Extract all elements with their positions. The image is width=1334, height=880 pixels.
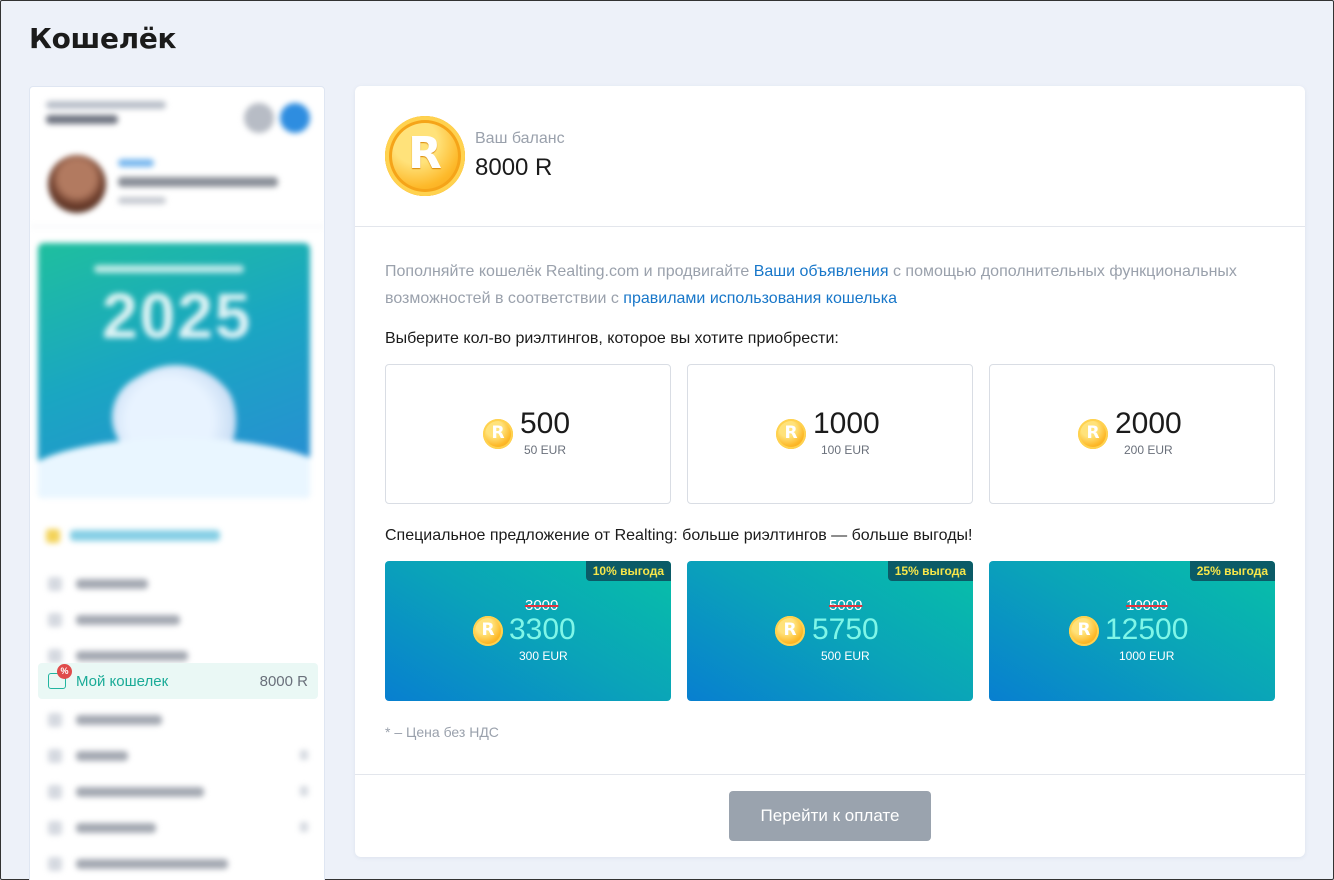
sidebar-item[interactable] — [30, 565, 324, 601]
special-offer-heading: Специальное предложение от Realting: бол… — [385, 527, 973, 544]
discount-badge: % — [57, 664, 72, 679]
offer-price: 500 EUR — [821, 649, 870, 663]
old-amount: 3000 — [525, 597, 559, 614]
old-amount: 5000 — [829, 597, 863, 614]
realting-coin-icon: R — [1069, 616, 1099, 646]
vat-note: * – Цена без НДС — [385, 724, 499, 740]
sidebar-item-label: Мой кошелек — [76, 672, 169, 690]
offer-amount: 5750 — [812, 613, 879, 646]
balance-value: 8000 R — [475, 154, 553, 181]
choose-amount-heading: Выберите кол-во риэлтингов, которое вы х… — [385, 330, 839, 347]
divider — [355, 226, 1305, 227]
sidebar-menu-lower — [30, 701, 324, 880]
your-listings-link[interactable]: Ваши объявления — [754, 263, 889, 280]
offer-amount: 12500 — [1105, 613, 1189, 646]
realting-coin-icon: R — [776, 419, 806, 449]
old-amount: 10000 — [1126, 597, 1168, 614]
package-amount: 500 — [520, 407, 571, 440]
sidebar-item[interactable] — [30, 845, 324, 880]
sidebar-menu — [30, 565, 324, 673]
chevron-icon — [300, 822, 308, 832]
star-icon — [46, 528, 60, 543]
balance-label: Ваш баланс — [475, 130, 565, 147]
special-offer-option[interactable]: 25% выгода 10000 R 12500 1000 EUR — [989, 561, 1275, 701]
package-amount: 1000 — [813, 407, 880, 440]
sidebar-item[interactable] — [30, 809, 324, 845]
realting-coin-icon: R — [385, 116, 465, 196]
special-offer-option[interactable]: 10% выгода 3000 R 3300 300 EUR — [385, 561, 671, 701]
offer-amount: 3300 — [509, 613, 576, 646]
sidebar-item-wallet[interactable]: % Мой кошелек 8000 R — [38, 663, 318, 699]
package-amount: 2000 — [1115, 407, 1182, 440]
sidebar-promo-banner[interactable]: 2025 — [38, 243, 310, 498]
realting-coin-icon: R — [473, 616, 503, 646]
divider — [355, 774, 1305, 775]
realting-coin-icon: R — [483, 419, 513, 449]
package-price: 200 EUR — [1124, 443, 1173, 457]
realting-coin-icon: R — [775, 616, 805, 646]
package-option[interactable]: R 500 50 EUR — [385, 364, 671, 504]
avatar — [48, 155, 106, 213]
package-option[interactable]: R 2000 200 EUR — [989, 364, 1275, 504]
realting-coin-icon: R — [1078, 419, 1108, 449]
sidebar-item[interactable] — [30, 737, 324, 773]
sidebar-item[interactable] — [30, 773, 324, 809]
sidebar-settings-icon[interactable] — [244, 103, 274, 133]
special-offer-option[interactable]: 15% выгода 5000 R 5750 500 EUR — [687, 561, 973, 701]
sidebar-add-icon[interactable] — [280, 103, 310, 133]
chevron-icon — [300, 786, 308, 796]
package-price: 50 EUR — [524, 443, 567, 457]
sidebar-account-header — [30, 87, 324, 147]
wallet-card: R Ваш баланс 8000 R Пополняйте кошелёк R… — [355, 86, 1305, 857]
discount-badge: 25% выгода — [1189, 561, 1275, 581]
discount-badge: 15% выгода — [887, 561, 973, 581]
wallet-rules-link[interactable]: правилами использования кошелька — [623, 290, 897, 307]
offer-price: 1000 EUR — [1119, 649, 1175, 663]
chevron-icon — [300, 750, 308, 760]
wallet-icon: % — [48, 664, 72, 689]
offer-price: 300 EUR — [519, 649, 568, 663]
sidebar-item[interactable] — [30, 601, 324, 637]
sidebar: 2025 % Мой кошелек 8000 R — [29, 86, 325, 880]
discount-badge: 10% выгода — [585, 561, 671, 581]
sidebar-promo-link[interactable] — [46, 527, 246, 543]
sidebar-item-value: 8000 R — [259, 672, 308, 690]
intro-text: Пополняйте кошелёк Realting.com и продви… — [385, 263, 1237, 307]
package-price: 100 EUR — [821, 443, 870, 457]
sidebar-item[interactable] — [30, 701, 324, 737]
page-title: Кошелёк — [29, 22, 177, 55]
sidebar-user-profile[interactable] — [30, 147, 324, 227]
package-option[interactable]: R 1000 100 EUR — [687, 364, 973, 504]
proceed-to-payment-button[interactable]: Перейти к оплате — [729, 791, 931, 841]
